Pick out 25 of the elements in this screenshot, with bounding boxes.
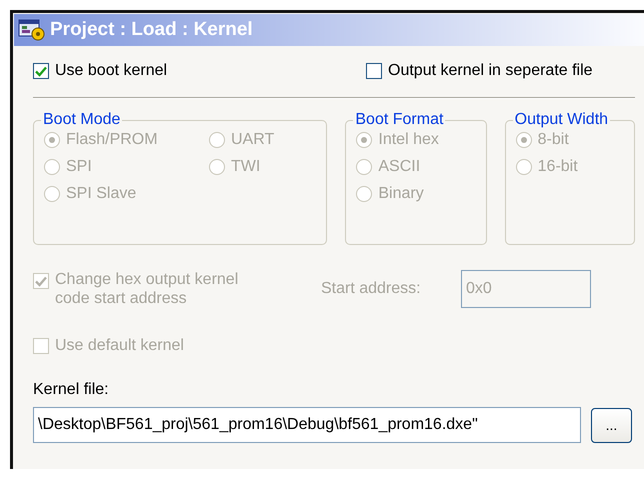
- checkbox[interactable]: [366, 63, 382, 79]
- radio-label: 16-bit: [538, 158, 578, 176]
- radio-label: ASCII: [378, 158, 420, 176]
- radio-label: TWI: [231, 158, 260, 176]
- radio-label: UART: [231, 131, 274, 149]
- checkbox-label: Use default kernel: [55, 337, 184, 355]
- checkbox-label: Output kernel in seperate file: [388, 62, 593, 80]
- group-title: Boot Format: [354, 111, 444, 129]
- radio-label: Binary: [378, 185, 424, 203]
- field-label: Start address:: [320, 280, 422, 298]
- field-label: Kernel file:: [33, 381, 110, 399]
- window-title: Project : Load : Kernel: [50, 19, 253, 41]
- radio-label: Flash/PROM: [66, 131, 158, 149]
- checkbox-label: Use boot kernel: [55, 62, 168, 80]
- radio-label: Intel hex: [378, 131, 439, 149]
- input-field[interactable]: \Desktop\BF561_proj\561_prom16\Debug\bf561_prom16.dxe": [33, 407, 581, 443]
- radio-label: 8-bit: [538, 131, 569, 149]
- checkbox-label: Change hex output kernel code start address: [55, 270, 240, 308]
- app-icon: [18, 18, 46, 42]
- radio-label: SPI Slave: [66, 185, 136, 203]
- group-title: Output Width: [514, 111, 610, 129]
- browse-button[interactable]: ...: [591, 408, 632, 442]
- radio-label: SPI: [66, 158, 92, 176]
- checkbox[interactable]: [33, 63, 49, 79]
- group-title: Boot Mode: [42, 111, 122, 129]
